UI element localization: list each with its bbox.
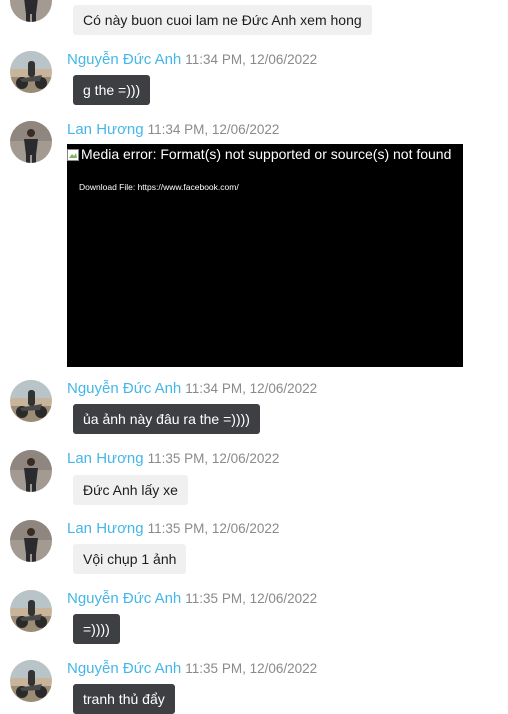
message-timestamp: 11:35 PM, 12/06/2022: [185, 661, 318, 676]
sender-name[interactable]: Lan Hương: [67, 450, 144, 467]
avatar[interactable]: [10, 121, 52, 163]
download-link[interactable]: Download File: https://www.facebook.com/: [79, 182, 239, 192]
avatar[interactable]: [10, 520, 52, 562]
message-header: Nguyễn Đức Anh 11:35 PM, 12/06/2022: [67, 590, 317, 608]
avatar[interactable]: [10, 380, 52, 422]
message-header: Nguyễn Đức Anh 11:35 PM, 12/06/2022: [67, 660, 317, 678]
broken-image-icon: [67, 148, 79, 161]
message-timestamp: 11:35 PM, 12/06/2022: [147, 451, 280, 466]
message-header: Nguyễn Đức Anh 11:34 PM, 12/06/2022: [67, 380, 317, 398]
message-bubble: =)))): [73, 614, 120, 644]
avatar[interactable]: [10, 450, 52, 492]
media-error-text: Media error: Format(s) not supported or …: [81, 146, 452, 162]
message-timestamp: 11:35 PM, 12/06/2022: [185, 591, 318, 606]
sender-name[interactable]: Lan Hương: [67, 121, 144, 138]
sender-name[interactable]: Nguyễn Đức Anh: [67, 660, 181, 677]
sender-name[interactable]: Nguyễn Đức Anh: [67, 380, 181, 397]
avatar[interactable]: [10, 0, 52, 22]
message-bubble: tranh thủ đẩy: [73, 684, 175, 714]
message-timestamp: 11:34 PM, 12/06/2022: [185, 381, 318, 396]
avatar[interactable]: [10, 590, 52, 632]
message-bubble: Đức Anh lấy xe: [73, 475, 188, 505]
media-player[interactable]: Media error: Format(s) not supported or …: [67, 144, 463, 367]
message-header: Lan Hương 11:35 PM, 12/06/2022: [67, 450, 279, 468]
message-timestamp: 11:34 PM, 12/06/2022: [185, 52, 318, 67]
message-header: Lan Hương 11:34 PM, 12/06/2022: [67, 121, 279, 139]
sender-name[interactable]: Nguyễn Đức Anh: [67, 51, 181, 68]
avatar[interactable]: [10, 660, 52, 702]
message-timestamp: 11:34 PM, 12/06/2022: [147, 122, 280, 137]
message-bubble: Có này buon cuoi lam ne Đức Anh xem hong: [73, 5, 372, 35]
message-bubble: Vội chụp 1 ảnh: [73, 544, 187, 574]
sender-name[interactable]: Nguyễn Đức Anh: [67, 590, 181, 607]
media-error-message: Media error: Format(s) not supported or …: [67, 146, 451, 162]
message-header: Lan Hương 11:35 PM, 12/06/2022: [67, 520, 279, 538]
message-bubble: g the =))): [73, 75, 151, 105]
message-bubble: ủa ảnh này đâu ra the =)))): [73, 404, 260, 434]
message-timestamp: 11:35 PM, 12/06/2022: [147, 521, 280, 536]
sender-name[interactable]: Lan Hương: [67, 520, 144, 537]
message-header: Nguyễn Đức Anh 11:34 PM, 12/06/2022: [67, 51, 317, 69]
avatar[interactable]: [10, 51, 52, 93]
